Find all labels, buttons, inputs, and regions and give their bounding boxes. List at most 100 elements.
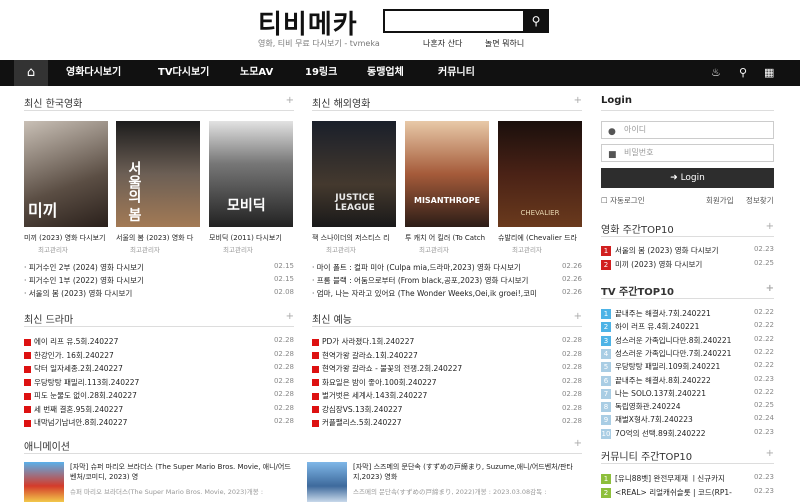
bell-icon[interactable]: ♨: [711, 60, 721, 86]
thumb-suzume[interactable]: [307, 462, 347, 502]
list-item[interactable]: 세 번째 결혼.95회.240227: [24, 404, 254, 415]
nav-item-community[interactable]: 커뮤니티: [438, 60, 475, 86]
rank-item[interactable]: [유니88벳] 완전무제재 ㅣ신규카지: [615, 473, 745, 484]
animation-title[interactable]: 애니메이션: [24, 442, 70, 453]
login-button[interactable]: ➜ Login: [601, 168, 774, 188]
rank-item[interactable]: <REAL> 리얼캐쉬슬롯 | 코드(RP1-: [615, 487, 745, 498]
rank-item[interactable]: 끝내주는 해결사.8회.240222: [615, 375, 745, 386]
poster-mobydick[interactable]: 모비딕: [209, 121, 293, 227]
nav-item-alliance[interactable]: 동맹업체: [367, 60, 404, 86]
foreign-movies-header: 최신 해외영화 +: [312, 95, 582, 111]
rank-item[interactable]: 하이 러프 유.4회.240221: [615, 321, 745, 332]
list-item[interactable]: · 피거수인 1부 (2022) 영화 다시보기: [24, 275, 254, 286]
join-link[interactable]: 회원가입: [706, 195, 734, 206]
nav-item-19link[interactable]: 19링크: [305, 60, 337, 86]
list-date: 02.28: [273, 336, 294, 344]
list-item[interactable]: · 엄마, 나는 자라고 있어요 (The Wonder Weeks,Oei,i…: [312, 288, 548, 299]
foreign-movies-title[interactable]: 최신 해외영화: [312, 99, 370, 110]
list-item[interactable]: 우당탕탕 패밀리.113회.240227: [24, 377, 254, 388]
site-logo[interactable]: 티비메카: [258, 4, 358, 41]
nav-item-movies[interactable]: 영화다시보기: [66, 60, 121, 86]
drama-title[interactable]: 최신 드라마: [24, 315, 73, 326]
anim-title[interactable]: [자막] 스즈메의 문단속 (すずめの戸締まり, Suzume,애니/어드벤처/…: [353, 462, 581, 482]
movie-top-title[interactable]: 영화 주간TOP10: [601, 225, 674, 236]
video-icon: [312, 379, 319, 386]
community-top-title[interactable]: 커뮤니티 주간TOP10: [601, 452, 692, 463]
card-title[interactable]: 슈발리에 (Chevalier 드라: [498, 233, 584, 243]
video-icon: [312, 365, 319, 373]
grid-menu-icon[interactable]: ▦: [764, 60, 774, 86]
card-title[interactable]: 서울의 봄 (2023) 영화 다: [116, 233, 202, 243]
list-item[interactable]: · 서울의 봄 (2023) 영화 다시보기: [24, 288, 254, 299]
rank-item[interactable]: 우당탕탕 패밀리.109회.240221: [615, 361, 745, 372]
find-link[interactable]: 정보찾기: [746, 195, 774, 206]
password-placeholder: 비밀번호: [624, 148, 654, 157]
rank-item[interactable]: 서울의 봄 (2023) 영화 다시보기: [615, 245, 745, 256]
nav-item-tv[interactable]: TV다시보기: [158, 60, 209, 86]
card-title[interactable]: 모비딕 (2011) 다시보기: [209, 233, 295, 243]
list-item[interactable]: 닥터 일자세종.2회.240227: [24, 363, 254, 374]
thumb-mario[interactable]: [24, 462, 64, 502]
top-link-2[interactable]: 놀면 뭐하니: [485, 39, 524, 48]
variety-title[interactable]: 최신 예능: [312, 315, 352, 326]
list-item[interactable]: 현역가왕 갈라쇼 - 불꽃의 전쟁.2회.240227: [312, 363, 548, 374]
rank-date: 02.23: [753, 427, 774, 436]
korean-movies-title[interactable]: 최신 한국영화: [24, 99, 82, 110]
more-icon[interactable]: +: [766, 221, 774, 232]
list-date: 02.28: [561, 363, 582, 371]
rank-item[interactable]: 7O억의 선택.89회.240222: [615, 428, 745, 439]
rank-item[interactable]: 끝내주는 해결사.7회.240221: [615, 308, 745, 319]
more-icon[interactable]: +: [766, 448, 774, 459]
rank-date: 02.23: [753, 245, 774, 253]
anim-title[interactable]: [자막] 슈퍼 마리오 브라더스 (The Super Mario Bros. …: [70, 462, 296, 482]
password-input[interactable]: ■ 비밀번호: [601, 144, 774, 162]
list-item[interactable]: 한강인가. 16회.240227: [24, 350, 254, 361]
more-icon[interactable]: +: [574, 438, 582, 449]
rank-item[interactable]: 나는 SOLO.137회.240221: [615, 388, 745, 399]
tv-top-title[interactable]: TV 주간TOP10: [601, 287, 674, 298]
list-item[interactable]: 현역가왕 갈라쇼.1회.240227: [312, 350, 548, 361]
poster-chevalier[interactable]: CHEVALIER: [498, 121, 582, 227]
search-nav-icon[interactable]: ⚲: [739, 60, 747, 86]
list-item[interactable]: 에이 리프 유.5회.240227: [24, 336, 254, 347]
more-icon[interactable]: +: [286, 311, 294, 322]
more-icon[interactable]: +: [574, 311, 582, 322]
rank-item[interactable]: 성스러운 가족입니다만.8회.240221: [615, 335, 745, 346]
card-title[interactable]: 미끼 (2023) 영화 다시보기: [24, 233, 110, 243]
login-title: Login: [601, 95, 774, 111]
rank-item[interactable]: 독립영화관.240224: [615, 401, 745, 412]
poster-mikki[interactable]: 미끼: [24, 121, 108, 227]
list-item[interactable]: · 피거수인 2부 (2024) 영화 다시보기: [24, 262, 254, 273]
more-icon[interactable]: +: [286, 95, 294, 106]
rank-badge: 2: [601, 259, 611, 270]
list-item[interactable]: PD가 사라졌다.1회.240227: [312, 336, 548, 347]
nav-item-nomo[interactable]: 노모AV: [240, 60, 273, 86]
username-input[interactable]: ● 아이디: [601, 121, 774, 139]
rank-item[interactable]: 미끼 (2023) 영화 다시보기: [615, 259, 745, 270]
list-item[interactable]: 화요일은 밤이 좋아.100회.240227: [312, 377, 548, 388]
home-button[interactable]: ⌂: [14, 60, 48, 86]
card-title[interactable]: 잭 스나이더의 저스티스 리: [312, 233, 398, 243]
top-link-1[interactable]: 나혼자 산다: [423, 39, 462, 48]
rank-item[interactable]: 성스러운 가족입니다만.7회.240221: [615, 348, 745, 359]
list-item[interactable]: 강심장VS.13회.240227: [312, 404, 548, 415]
list-item[interactable]: 커플팰리스.5회.240227: [312, 417, 548, 428]
poster-justice-league[interactable]: JUSTICE LEAGUE: [312, 121, 396, 227]
poster-misanthrope[interactable]: MISANTHROPE: [405, 121, 489, 227]
search-button[interactable]: ⚲: [523, 9, 549, 33]
list-item[interactable]: 벌거벗은 세계사.143회.240227: [312, 390, 548, 401]
animation-header: 애니메이션 +: [24, 438, 582, 454]
search-box[interactable]: ⚲: [383, 9, 549, 33]
rank-item[interactable]: 재벌X형사.7회.240223: [615, 414, 745, 425]
list-date: 02.28: [273, 403, 294, 412]
list-item[interactable]: · 프롬 블랙 : 어둠으로부터 (From black,공포,2023) 영화…: [312, 275, 548, 286]
more-icon[interactable]: +: [766, 283, 774, 294]
list-item[interactable]: 피도 눈물도 없이.28회.240227: [24, 390, 254, 401]
poster-seoul-spring[interactable]: 서울의 봄: [116, 121, 200, 227]
card-title[interactable]: 투 캐치 어 킬러 (To Catch: [405, 233, 491, 243]
more-icon[interactable]: +: [574, 95, 582, 106]
korean-movies-header: 최신 한국영화 +: [24, 95, 294, 111]
auto-login-checkbox[interactable]: ☐ 자동로그인: [601, 195, 645, 206]
list-item[interactable]: 내막넘기남녀안.8회.240227: [24, 417, 254, 428]
list-item[interactable]: · 마이 폴트 : 컬파 미아 (Culpa mia,드라마,2023) 영화 …: [312, 262, 548, 273]
